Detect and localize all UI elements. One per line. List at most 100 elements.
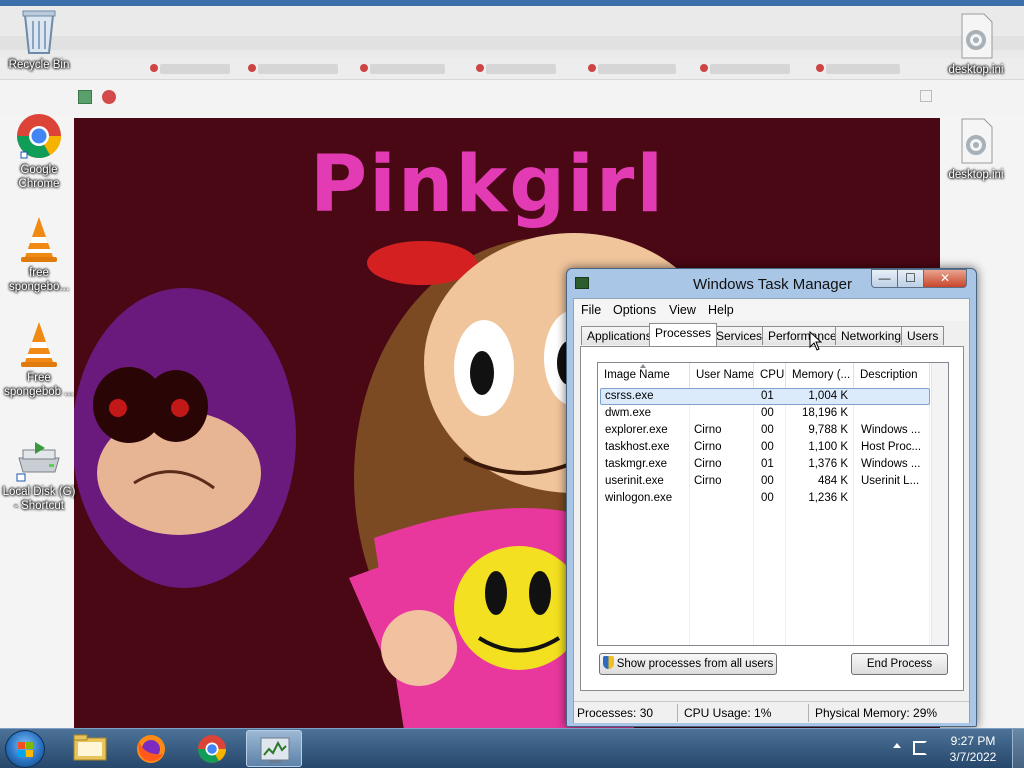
pinkgirl-eye-left [470,351,494,395]
maximize-button[interactable]: ☐ [897,269,924,288]
end-process-button[interactable]: End Process [851,653,948,675]
menu-help[interactable]: Help [708,303,734,317]
bookmark-item [700,64,790,74]
cell-cpu: 01 [761,390,774,402]
task-manager-window[interactable]: Windows Task Manager — ☐ ✕ File Options … [566,268,977,727]
process-row[interactable]: csrss.exe 01 1,004 K [598,388,948,405]
cell-description: Windows ... [861,424,921,436]
desktop-icon-local-disk-shortcut[interactable]: Local Disk (G) - Shortcut [1,434,77,513]
purple-girl-pupil-right [171,399,189,417]
bookmark-item [150,64,230,74]
bookmark-item [588,64,676,74]
show-all-processes-button[interactable]: Show processes from all users [599,653,777,675]
vlc-icon [15,320,63,368]
show-hidden-icons-button[interactable] [893,743,901,748]
cell-user-name: Cirno [694,441,722,453]
start-button[interactable] [5,730,45,768]
desktop-icon-label: free spongebo... [8,267,70,293]
desktop-icon-label: desktop.ini [948,169,1004,181]
taskbar-windows-explorer[interactable] [62,730,118,767]
column-header-user-name[interactable]: User Name [690,363,754,387]
process-row[interactable]: taskmgr.exe Cirno 01 1,376 K Windows ... [598,456,948,473]
window-title: Windows Task Manager [693,276,852,293]
uac-shield-icon [602,656,614,669]
desktop-icon-desktop-ini-2[interactable]: desktop.ini [938,117,1014,182]
cell-cpu: 01 [761,458,774,470]
process-row[interactable]: dwm.exe 00 18,196 K [598,405,948,422]
show-all-processes-label: Show processes from all users [616,658,774,670]
desktop-icon-google-chrome[interactable]: Google Chrome [1,112,77,191]
page-icon [102,90,116,104]
clock-date: 3/7/2022 [949,750,997,764]
column-header-memory[interactable]: Memory (... [786,363,854,387]
process-list-scrollbar[interactable] [931,363,948,645]
desktop-icon-desktop-ini-1[interactable]: desktop.ini [938,12,1014,77]
taskbar-task-manager[interactable] [246,730,302,767]
menu-view[interactable]: View [669,303,696,317]
page-icon [78,90,92,104]
taskbar-firefox[interactable] [123,730,179,767]
browser-address-bar [0,36,1024,50]
bookmark-item [816,64,900,74]
cell-user-name: Cirno [694,458,722,470]
tab-networking[interactable]: Networking [835,326,908,345]
drive-shortcut-icon [15,434,63,482]
minimize-button[interactable]: — [871,269,898,288]
status-divider [677,704,678,722]
taskbar: 9:27 PM 3/7/2022 [0,728,1024,768]
cell-image-name: csrss.exe [605,390,654,402]
tab-users[interactable]: Users [901,326,945,345]
column-header-cpu[interactable]: CPU [754,363,786,387]
tab-applications[interactable]: Applications [581,326,658,345]
cell-cpu: 00 [761,492,774,504]
column-header-description[interactable]: Description [854,363,930,387]
process-list[interactable]: Image Name User Name CPU Memory (... Des… [597,362,949,646]
process-row[interactable]: explorer.exe Cirno 00 9,788 K Windows ..… [598,422,948,439]
menu-file[interactable]: File [581,303,601,317]
cell-image-name: dwm.exe [605,407,652,419]
smiley-eye-right [529,571,551,615]
desktop-icon-vlc-file-1[interactable]: free spongebo... [1,215,77,294]
status-bar: Processes: 30 CPU Usage: 1% Physical Mem… [574,701,969,723]
recycle-bin-icon [15,7,63,55]
cell-cpu: 00 [761,424,774,436]
purple-girl-pupil-left [109,399,127,417]
close-button[interactable]: ✕ [923,269,967,288]
process-row[interactable]: userinit.exe Cirno 00 484 K Userinit L..… [598,473,948,490]
task-manager-body: File Options View Help Applications Proc… [573,298,970,723]
cell-image-name: winlogon.exe [605,492,673,504]
cell-memory: 1,004 K [808,390,848,402]
process-row[interactable]: winlogon.exe 00 1,236 K [598,490,948,507]
tab-performance[interactable]: Performance [762,326,843,345]
desktop-icon-vlc-file-2[interactable]: Free spongebob ... [1,320,77,399]
status-processes: Processes: 30 [577,706,654,720]
browser-toolbar [0,6,1024,58]
task-manager-icon [260,737,290,763]
clock-time: 9:27 PM [950,734,996,748]
cell-memory: 9,788 K [808,424,848,436]
desktop-icon-label: Free spongebob ... [4,372,74,398]
bookmark-item [360,64,445,74]
bookmark-item [476,64,556,74]
tab-processes[interactable]: Processes [649,323,718,346]
action-center-flag-icon[interactable] [913,741,927,755]
cell-memory: 1,376 K [808,458,848,470]
cell-image-name: explorer.exe [605,424,668,436]
browser-page-toolbar [0,80,1024,116]
menu-options[interactable]: Options [613,303,656,317]
desktop-icon-label: Google Chrome [18,164,60,190]
cell-description: Windows ... [861,458,921,470]
column-header-image-name[interactable]: Image Name [598,363,690,387]
status-physical-memory: Physical Memory: 29% [815,706,938,720]
cell-image-name: userinit.exe [605,475,664,487]
page-icon [920,90,932,102]
show-desktop-button[interactable] [1012,729,1024,768]
cell-description: Userinit L... [861,475,920,487]
desktop-icon-recycle-bin[interactable]: Recycle Bin [1,7,77,72]
cell-cpu: 00 [761,441,774,453]
taskbar-chrome[interactable] [184,730,240,767]
cell-memory: 1,236 K [808,492,848,504]
process-row[interactable]: taskhost.exe Cirno 00 1,100 K Host Proc.… [598,439,948,456]
taskbar-clock[interactable]: 9:27 PM 3/7/2022 [936,733,1010,765]
tab-services[interactable]: Services [710,326,769,345]
